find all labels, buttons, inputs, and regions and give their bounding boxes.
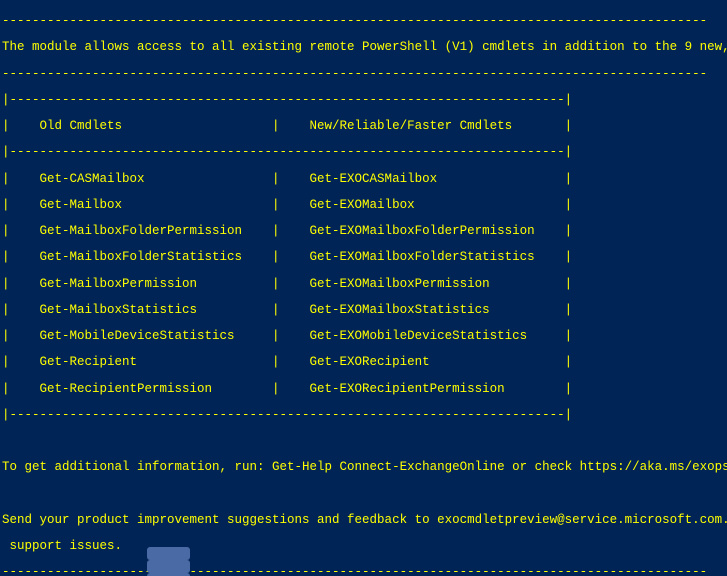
cmdlet-table-border: |---------------------------------------…	[2, 94, 725, 107]
cmdlet-table-row: | Get-Mailbox | Get-EXOMailbox |	[2, 199, 725, 212]
cmdlet-table-border: |---------------------------------------…	[2, 409, 725, 422]
blank-line	[2, 488, 725, 501]
cmdlet-table-row: | Get-CASMailbox | Get-EXOCASMailbox |	[2, 173, 725, 186]
blank-line	[2, 435, 725, 448]
divider-line: ----------------------------------------…	[2, 566, 725, 576]
help-info-text: To get additional information, run: Get-…	[2, 461, 725, 474]
cmdlet-table-row: | Get-MobileDeviceStatistics | Get-EXOMo…	[2, 330, 725, 343]
cmdlet-table-row: | Get-MailboxFolderPermission | Get-EXOM…	[2, 225, 725, 238]
module-intro-text: The module allows access to all existing…	[2, 41, 725, 54]
redaction-overlay	[147, 547, 190, 560]
cmdlet-table-row: | Get-MailboxStatistics | Get-EXOMailbox…	[2, 304, 725, 317]
feedback-text: Send your product improvement suggestion…	[2, 514, 725, 527]
support-text: support issues.	[2, 540, 725, 553]
divider-line: ----------------------------------------…	[2, 15, 725, 28]
cmdlet-table-header: | Old Cmdlets | New/Reliable/Faster Cmdl…	[2, 120, 725, 133]
cmdlet-table-row: | Get-RecipientPermission | Get-EXORecip…	[2, 383, 725, 396]
cmdlet-table-row: | Get-MailboxPermission | Get-EXOMailbox…	[2, 278, 725, 291]
terminal-area[interactable]: ----------------------------------------…	[0, 0, 727, 576]
cmdlet-table-row: | Get-MailboxFolderStatistics | Get-EXOM…	[2, 251, 725, 264]
divider-line: ----------------------------------------…	[2, 68, 725, 81]
cmdlet-table-row: | Get-Recipient | Get-EXORecipient |	[2, 356, 725, 369]
cmdlet-table-border: |---------------------------------------…	[2, 146, 725, 159]
redaction-overlay	[147, 560, 190, 573]
